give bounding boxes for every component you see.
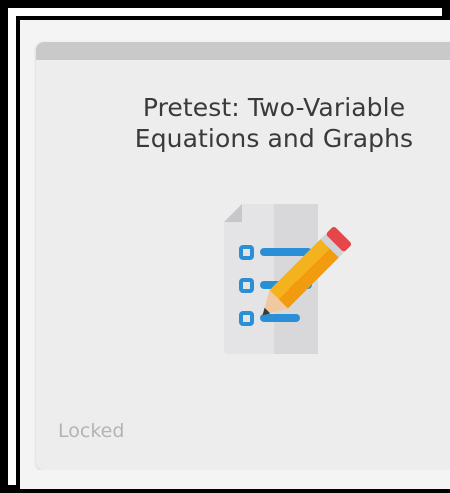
content-frame: Pretest: Two-Variable Equations and Grap… [16,16,450,493]
bottom-strip [20,470,450,489]
card-title: Pretest: Two-Variable Equations and Grap… [116,92,432,154]
checklist-pencil-icon [224,204,352,354]
card-title-line-1: Pretest: Two-Variable [142,93,406,122]
card-header-bar [36,42,450,60]
activity-card[interactable]: Pretest: Two-Variable Equations and Grap… [36,42,450,470]
status-label: Locked [58,420,125,442]
card-title-line-2: Equations and Graphs [134,124,414,153]
screenshot-frame: Pretest: Two-Variable Equations and Grap… [0,0,450,493]
